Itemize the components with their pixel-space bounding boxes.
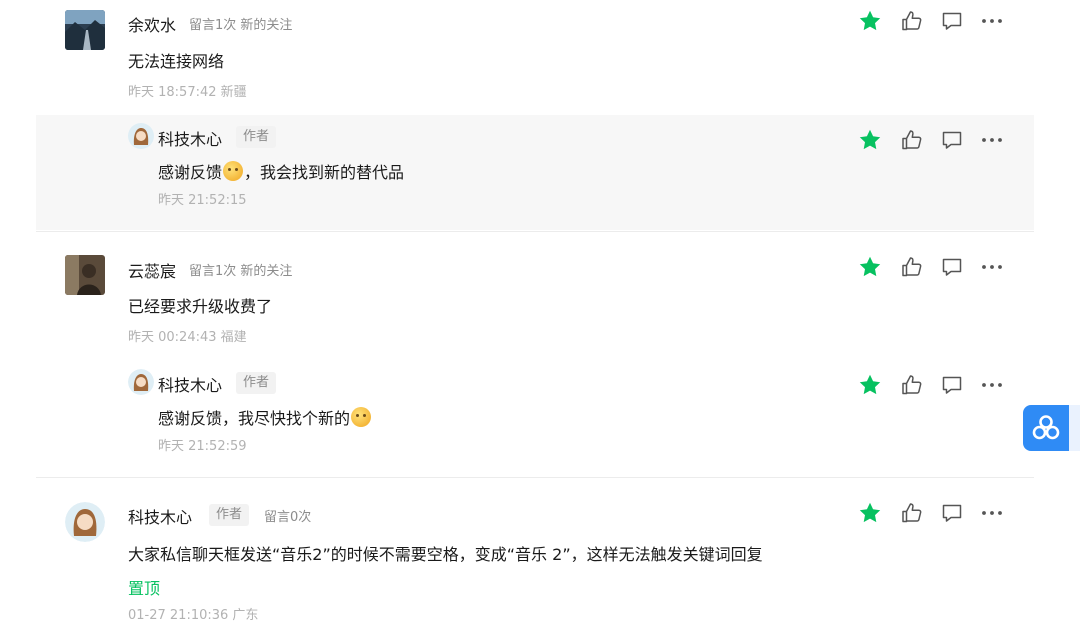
author-badge: 作者 xyxy=(236,126,277,148)
more-icon[interactable] xyxy=(980,9,1004,33)
commenter-name[interactable]: 云蕊宸 xyxy=(128,258,176,282)
avatar[interactable] xyxy=(128,369,154,395)
comment-text: 已经要求升级收费了 xyxy=(128,297,273,316)
commenter-name[interactable]: 科技木心 xyxy=(128,504,192,528)
more-icon[interactable] xyxy=(980,373,1004,397)
comment-time: 昨天 18:57:42 新疆 xyxy=(128,85,247,100)
commenter-name[interactable]: 余欢水 xyxy=(128,12,176,36)
star-icon[interactable] xyxy=(858,255,882,279)
avatar[interactable] xyxy=(65,502,105,542)
author-badge: 作者 xyxy=(236,372,277,394)
comment-text: 大家私信聊天框发送“音乐2”的时候不需要空格，变成“音乐 2”，这样无法触发关键… xyxy=(128,545,763,564)
comment-time: 01-27 21:10:36 广东 xyxy=(128,608,259,623)
star-icon[interactable] xyxy=(858,128,882,152)
star-icon[interactable] xyxy=(858,373,882,397)
divider xyxy=(36,231,1034,232)
comment-icon[interactable] xyxy=(940,255,964,279)
thumbs-up-icon[interactable] xyxy=(900,128,924,152)
reply-text: 感谢反馈，我尽快找个新的 xyxy=(158,405,372,429)
comment-actions xyxy=(858,9,1008,33)
pensive-face-emoji-icon xyxy=(351,407,372,427)
comment-icon[interactable] xyxy=(940,9,964,33)
reply-actions xyxy=(858,373,1008,397)
star-icon[interactable] xyxy=(858,501,882,525)
comment-icon[interactable] xyxy=(940,373,964,397)
thumbs-up-icon[interactable] xyxy=(900,501,924,525)
reply-actions xyxy=(858,128,1008,152)
reply-time: 昨天 21:52:59 xyxy=(158,439,247,454)
comment-icon[interactable] xyxy=(940,501,964,525)
avatar[interactable] xyxy=(65,255,105,295)
floating-app-button[interactable] xyxy=(1023,405,1069,451)
reply-time: 昨天 21:52:15 xyxy=(158,193,247,208)
avatar[interactable] xyxy=(65,10,105,50)
author-badge: 作者 xyxy=(209,504,250,526)
smiling-face-emoji-icon xyxy=(223,161,244,181)
more-icon[interactable] xyxy=(980,128,1004,152)
reply-text-part: ，我会找到新的替代品 xyxy=(244,163,405,182)
star-icon[interactable] xyxy=(858,9,882,33)
thumbs-up-icon[interactable] xyxy=(900,9,924,33)
reply-text: 感谢反馈 ，我会找到新的替代品 xyxy=(158,159,404,183)
floating-app-icon xyxy=(1032,415,1060,440)
commenter-meta: 留言0次 xyxy=(264,510,312,525)
reply-text-part: 感谢反馈，我尽快找个新的 xyxy=(158,409,351,428)
divider xyxy=(36,477,1034,478)
comment-icon[interactable] xyxy=(940,128,964,152)
comment-time: 昨天 00:24:43 福建 xyxy=(128,330,247,345)
thumbs-up-icon[interactable] xyxy=(900,373,924,397)
comment-text: 无法连接网络 xyxy=(128,52,225,71)
commenter-meta: 留言1次 新的关注 xyxy=(189,264,293,279)
floating-panel-edge xyxy=(1069,405,1080,451)
reply-author-name[interactable]: 科技木心 xyxy=(158,372,222,396)
thumbs-up-icon[interactable] xyxy=(900,255,924,279)
comment-actions xyxy=(858,501,1008,525)
commenter-meta: 留言1次 新的关注 xyxy=(189,18,293,33)
more-icon[interactable] xyxy=(980,501,1004,525)
more-icon[interactable] xyxy=(980,255,1004,279)
comment-actions xyxy=(858,255,1008,279)
reply-author-name[interactable]: 科技木心 xyxy=(158,126,222,150)
pinned-label[interactable]: 置顶 xyxy=(128,575,160,599)
reply-text-part: 感谢反馈 xyxy=(158,163,223,182)
avatar[interactable] xyxy=(128,123,154,149)
